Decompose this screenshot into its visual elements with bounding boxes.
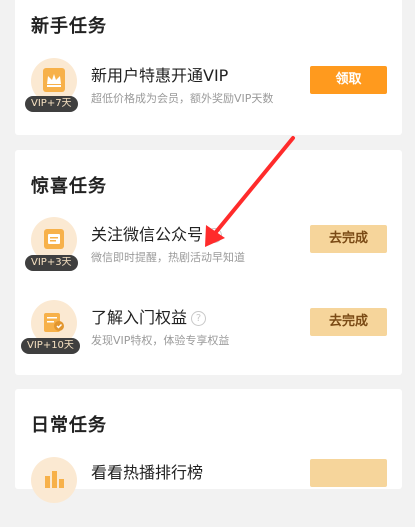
task-item-hot-ranking: 看看热播排行榜 [15, 457, 402, 527]
section-title-surprise: 惊喜任务 [31, 176, 107, 197]
task-name: 了解入门权益 [91, 308, 188, 327]
reward-badge: VIP+10天 [21, 338, 80, 354]
task-name: 新用户特惠开通VIP [91, 66, 229, 85]
surprise-tasks-card: 惊喜任务 VIP+3天 关注微信公众号? 微信即时提醒，热剧活动早知道 去完成 [15, 150, 402, 375]
help-icon[interactable]: ? [191, 311, 207, 326]
task-item-follow-wechat: VIP+3天 关注微信公众号? 微信即时提醒，热剧活动早知道 去完成 [15, 217, 402, 287]
section-title-beginner: 新手任务 [31, 16, 107, 37]
go-complete-button[interactable]: 去完成 [310, 308, 387, 336]
help-icon[interactable]: ? [207, 228, 223, 243]
claim-button[interactable]: 领取 [310, 66, 387, 94]
ranking-icon [31, 457, 77, 503]
go-complete-button[interactable]: 去完成 [310, 225, 387, 253]
daily-tasks-card: 日常任务 看看热播排行榜 [15, 389, 402, 503]
task-item-entry-privileges: VIP+10天 了解入门权益? 发现VIP特权，体验专享权益 去完成 [15, 300, 402, 370]
task-item-vip-offer: VIP+7天 新用户特惠开通VIP 超低价格成为会员，额外奖励VIP天数 领取 [15, 58, 402, 128]
task-name: 关注微信公众号 [91, 225, 204, 244]
go-complete-button[interactable] [310, 459, 387, 487]
task-name: 看看热播排行榜 [91, 463, 204, 482]
task-desc: 超低价格成为会员，额外奖励VIP天数 [91, 92, 274, 105]
reward-badge: VIP+7天 [25, 96, 78, 112]
reward-badge: VIP+3天 [25, 255, 78, 271]
task-name-row: 关注微信公众号? [91, 221, 223, 245]
task-desc: 发现VIP特权，体验专享权益 [91, 334, 230, 347]
task-desc: 微信即时提醒，热剧活动早知道 [91, 251, 245, 264]
beginner-tasks-card: 新手任务 VIP+7天 新用户特惠开通VIP 超低价格成为会员，额外奖励VIP天… [15, 0, 402, 135]
task-name-row: 了解入门权益? [91, 304, 207, 328]
section-title-daily: 日常任务 [31, 415, 107, 436]
